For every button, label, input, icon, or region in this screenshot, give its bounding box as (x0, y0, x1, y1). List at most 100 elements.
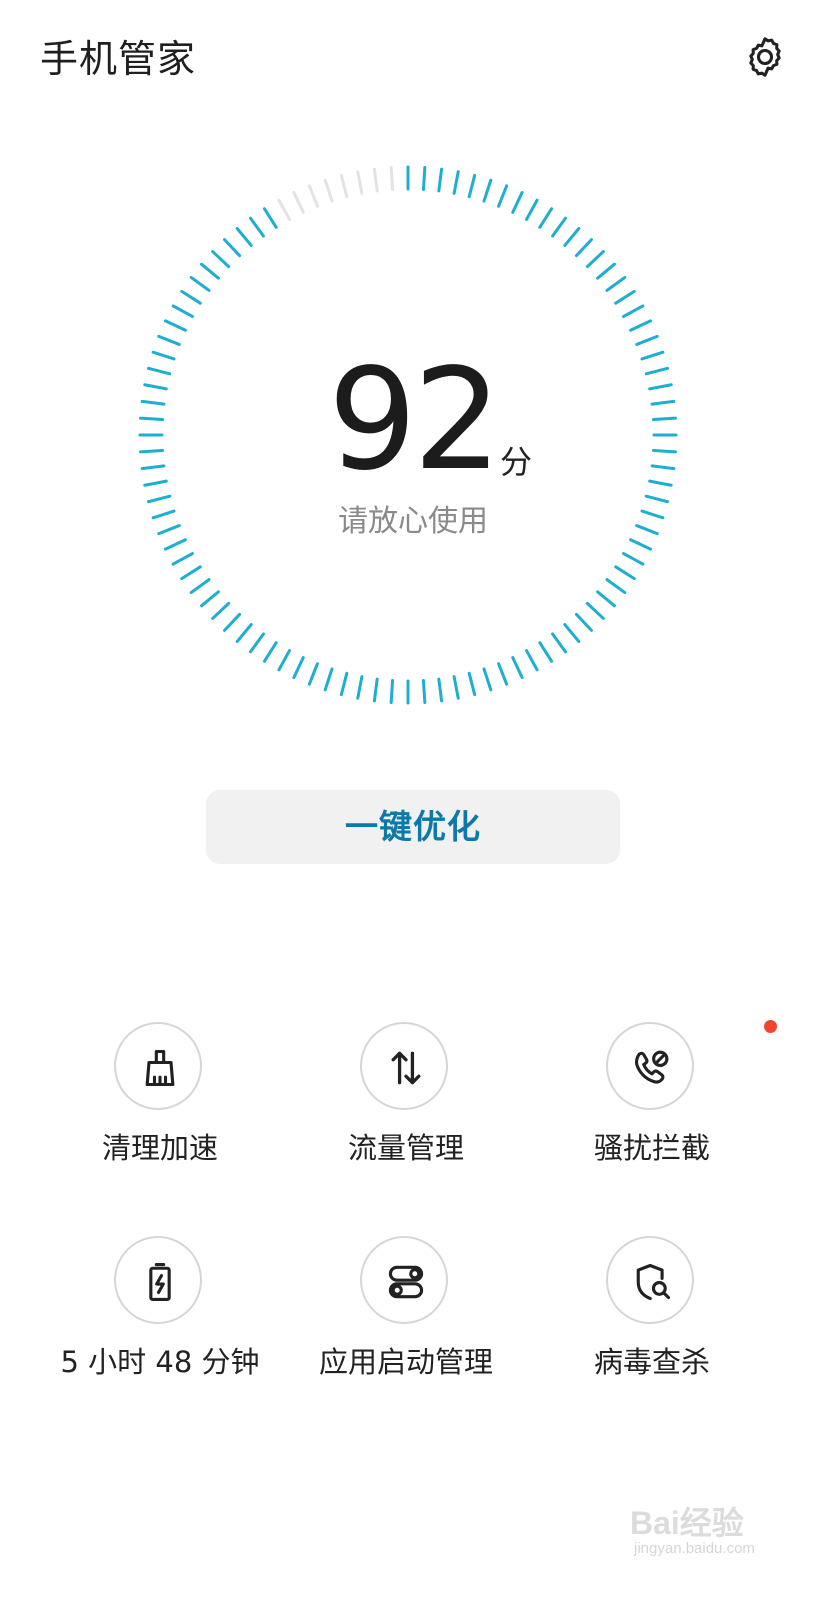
dial-tick (235, 227, 253, 247)
dial-tick (389, 166, 395, 191)
dial-tick (551, 632, 568, 654)
score-unit: 分 (500, 443, 533, 481)
gear-icon (749, 37, 781, 77)
score-display: 92 (0, 346, 826, 496)
dial-tick (248, 216, 265, 238)
dial-tick (574, 612, 593, 632)
dial-tick (482, 667, 493, 692)
dial-tick (511, 191, 524, 214)
dial-tick (171, 552, 194, 566)
notification-badge (764, 1020, 777, 1033)
feature-label: 5 小时 48 分钟 (60, 1345, 260, 1379)
page-title: 手机管家 (40, 37, 197, 81)
dial-tick (525, 649, 539, 672)
battery-icon (149, 1263, 171, 1301)
dial-tick (452, 675, 460, 700)
dial-tick (551, 216, 568, 238)
dial-tick (323, 667, 334, 692)
dial-tick (605, 578, 627, 595)
dial-tick (421, 166, 427, 191)
dial-tick (614, 565, 636, 581)
dial-tick (622, 304, 645, 318)
one-click-optimize-button[interactable]: 一键优化 (206, 790, 620, 864)
dial-tick (223, 612, 242, 632)
dial-tick (596, 262, 616, 280)
dial-tick (356, 170, 364, 195)
dial-tick (605, 275, 627, 292)
dial-tick (211, 250, 231, 269)
dial-tick (171, 304, 194, 318)
dial-tick (585, 601, 605, 620)
feature-label: 清理加速 (101, 1131, 218, 1165)
dial-tick (307, 184, 319, 208)
feature-icon-circle (114, 1236, 202, 1324)
watermark-url: jingyan.baidu.com (634, 1540, 755, 1557)
dial-tick (629, 319, 652, 332)
dial-tick (157, 334, 181, 346)
watermark-brand: Bai经验 (630, 1505, 744, 1541)
dial-tick (189, 578, 211, 595)
feature-label: 应用启动管理 (318, 1345, 493, 1379)
dial-tick (563, 623, 581, 643)
watermark: Bai经验 jingyan.baidu.com (630, 1488, 810, 1568)
shield-search-icon (636, 1263, 671, 1301)
dial-tick (339, 173, 349, 199)
dial-tick (372, 677, 379, 703)
dial-tick (622, 552, 645, 566)
dial-tick (200, 262, 220, 280)
dial-tick (437, 677, 444, 703)
feature-app-launch[interactable]: 应用启动管理 (276, 1236, 536, 1406)
dial-tick (292, 191, 305, 214)
dial-tick (574, 238, 593, 258)
dial-tick (511, 656, 524, 679)
feature-label: 病毒查杀 (593, 1345, 710, 1379)
dial-tick (452, 170, 460, 195)
settings-button[interactable] (742, 34, 788, 80)
dial-tick (389, 679, 395, 704)
feature-battery[interactable]: 5 小时 48 分钟 (30, 1236, 290, 1406)
dial-tick (525, 198, 539, 221)
dial-tick (277, 198, 291, 221)
dial-tick (223, 238, 242, 258)
feature-data-usage[interactable]: 流量管理 (276, 1022, 536, 1192)
dial-tick (307, 662, 319, 686)
dial-tick (482, 178, 493, 203)
dial-tick (292, 656, 305, 679)
dial-tick (211, 601, 231, 620)
dial-tick (189, 275, 211, 292)
dial-tick (538, 207, 554, 229)
dial-tick (467, 671, 477, 697)
dial-tick (200, 590, 220, 608)
feature-icon-circle (360, 1022, 448, 1110)
feature-icon-circle (606, 1236, 694, 1324)
broom-icon (145, 1049, 175, 1087)
blocked-phone-icon (635, 1050, 669, 1084)
dial-tick (262, 641, 278, 663)
dial-tick (146, 494, 172, 504)
dial-tick (563, 227, 581, 247)
feature-virus-scan[interactable]: 病毒查杀 (522, 1236, 782, 1406)
dial-tick (372, 167, 379, 193)
dial-tick (248, 632, 265, 654)
dial-tick (356, 675, 364, 700)
dial-tick (262, 207, 278, 229)
dial-tick (180, 565, 202, 581)
dial-tick (437, 167, 444, 193)
up-down-arrows-icon (391, 1051, 421, 1085)
feature-cleanup[interactable]: 清理加速 (30, 1022, 290, 1192)
dial-tick (467, 173, 477, 199)
toggle-switches-icon (388, 1265, 424, 1299)
score-status: 请放心使用 (338, 504, 488, 539)
feature-icon-circle (114, 1022, 202, 1110)
dial-tick (235, 623, 253, 643)
dial-tick (614, 289, 636, 305)
feature-icon-circle (606, 1020, 777, 1110)
dial-tick (538, 641, 554, 663)
feature-icon-circle (360, 1236, 448, 1324)
dial-tick (644, 494, 670, 504)
dial-tick (585, 250, 605, 269)
feature-harassment-block[interactable]: 骚扰拦截 (522, 1020, 782, 1192)
dial-tick (421, 679, 427, 704)
score-value: 92 (327, 339, 502, 502)
dial-tick (277, 649, 291, 672)
